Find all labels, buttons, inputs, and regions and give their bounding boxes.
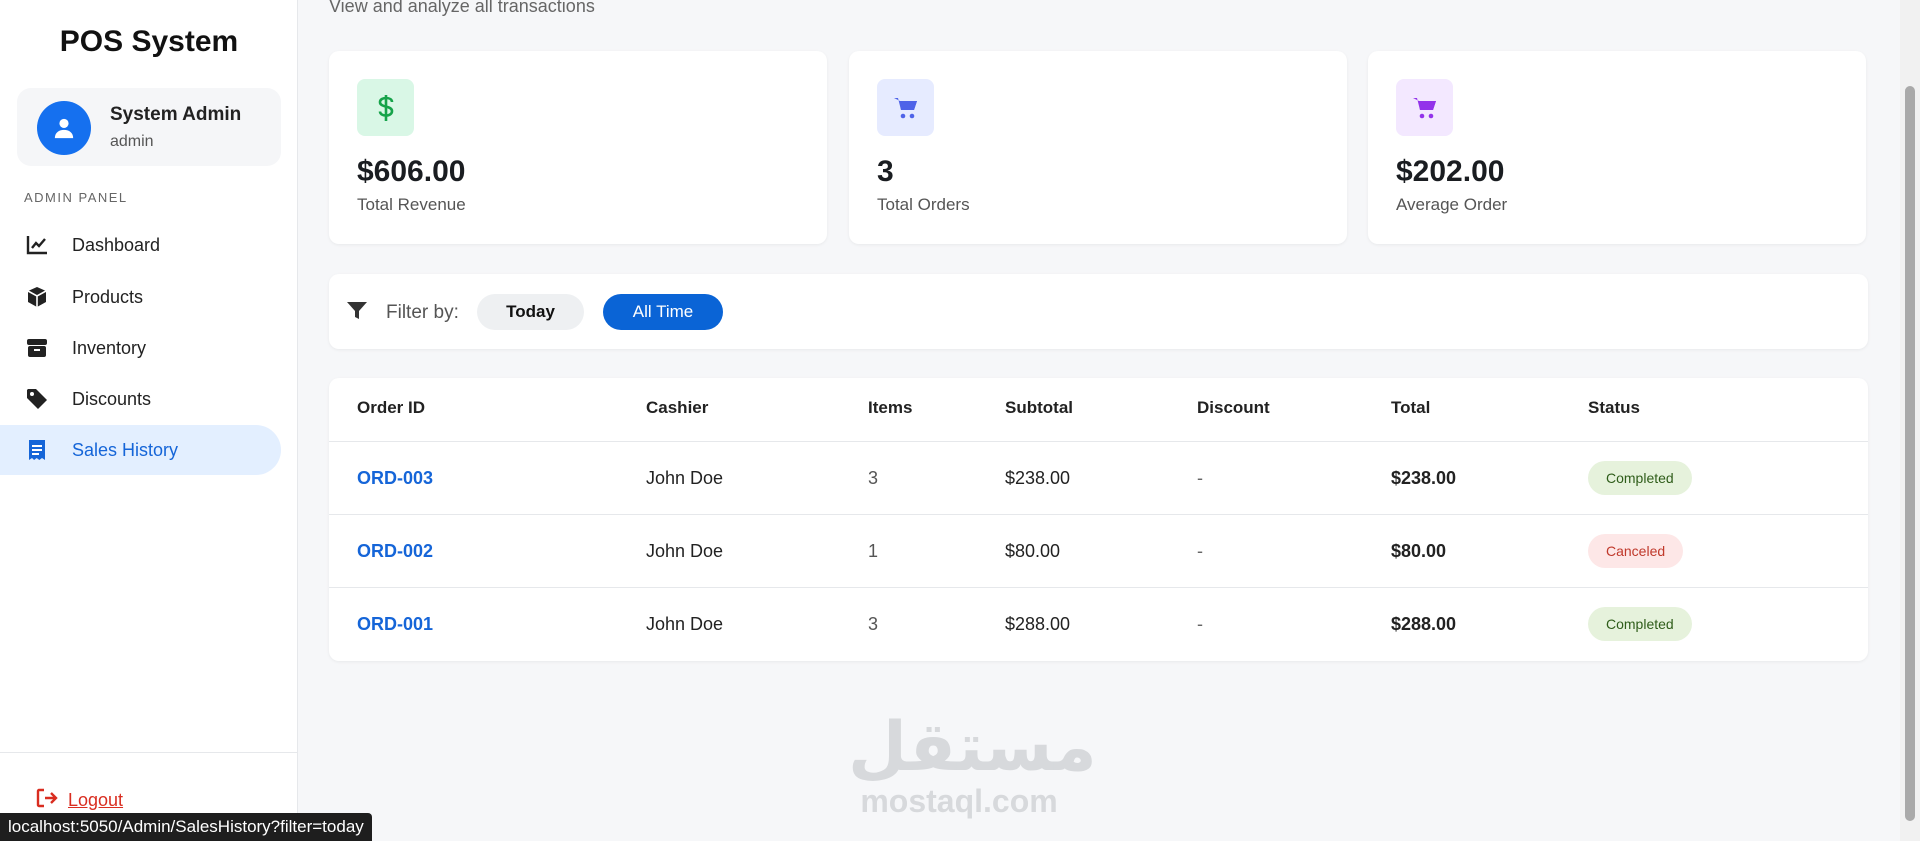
cashier-cell: John Doe (646, 614, 724, 634)
cashier-cell: John Doe (646, 541, 724, 561)
cart-icon (877, 79, 934, 136)
status-badge: Completed (1588, 607, 1692, 641)
watermark-logo: مستقل mostaql.com (848, 708, 1097, 820)
items-cell: 1 (868, 541, 879, 561)
sidebar-item-discounts[interactable]: Discounts (0, 374, 281, 424)
stat-card-average: $202.00 Average Order (1368, 51, 1866, 244)
scrollbar-thumb[interactable] (1905, 86, 1915, 821)
brand-title: POS System (59, 25, 239, 58)
cart-icon (1396, 79, 1453, 136)
sidebar-item-sales-history[interactable]: Sales History (0, 425, 281, 475)
filter-bar: Filter by: Today All Time (329, 274, 1868, 349)
sales-table: Order ID Cashier Items Subtotal Discount… (329, 378, 1868, 661)
items-cell: 3 (868, 468, 879, 488)
chart-line-icon (24, 232, 50, 258)
items-cell: 3 (868, 614, 879, 634)
column-header: Order ID (357, 398, 426, 417)
discount-cell: - (1197, 614, 1203, 634)
status-badge: Canceled (1588, 534, 1684, 568)
section-label: ADMIN PANEL (24, 190, 128, 205)
subtotal-cell: $80.00 (1005, 541, 1061, 561)
subtotal-cell: $238.00 (1005, 468, 1071, 488)
box-icon (24, 284, 50, 310)
tag-icon (24, 386, 50, 412)
sidebar-item-inventory[interactable]: Inventory (0, 323, 281, 373)
sidebar-item-label: Inventory (72, 337, 147, 358)
stat-label: Total Orders (877, 195, 970, 214)
sidebar-item-label: Sales History (72, 439, 179, 460)
total-cell: $288.00 (1391, 614, 1457, 634)
sidebar-item-dashboard[interactable]: Dashboard (0, 220, 281, 270)
status-url: localhost:5050/Admin/SalesHistory?filter… (0, 813, 372, 841)
stat-label: Average Order (1396, 195, 1508, 214)
logout-label: Logout (68, 790, 124, 810)
table-row: ORD-001 John Doe 3 $288.00 - $288.00 Com… (329, 587, 1868, 661)
column-header: Discount (1197, 398, 1270, 417)
filter-all-time-button[interactable]: All Time (603, 294, 723, 330)
subtotal-cell: $288.00 (1005, 614, 1071, 634)
user-role: admin (110, 133, 154, 150)
logout-button[interactable]: Logout (36, 788, 123, 813)
sidebar-divider (0, 752, 298, 753)
total-cell: $238.00 (1391, 468, 1457, 488)
column-header: Status (1588, 398, 1640, 417)
watermark-arabic: مستقل (848, 708, 1097, 787)
order-id-link[interactable]: ORD-002 (357, 541, 433, 562)
stat-value: $606.00 (357, 155, 466, 188)
stat-label: Total Revenue (357, 195, 466, 214)
page-subtitle: View and analyze all transactions (329, 0, 595, 16)
column-header: Total (1391, 398, 1431, 417)
table-row: ORD-002 John Doe 1 $80.00 - $80.00 Cance… (329, 514, 1868, 588)
cashier-cell: John Doe (646, 468, 724, 488)
sidebar-item-label: Discounts (72, 388, 152, 409)
stat-card-revenue: $606.00 Total Revenue (329, 51, 827, 244)
column-header: Cashier (646, 398, 709, 417)
user-name: System Admin (110, 104, 242, 125)
filter-icon (346, 301, 368, 326)
logout-icon (36, 788, 58, 813)
filter-label: Filter by: (386, 302, 459, 323)
discount-cell: - (1197, 541, 1203, 561)
stat-value: $202.00 (1396, 155, 1505, 188)
stat-card-orders: 3 Total Orders (849, 51, 1347, 244)
status-badge: Completed (1588, 461, 1692, 495)
stat-value: 3 (877, 155, 894, 188)
order-id-link[interactable]: ORD-003 (357, 468, 433, 489)
total-cell: $80.00 (1391, 541, 1447, 561)
receipt-icon (24, 437, 50, 463)
scrollbar[interactable] (1900, 0, 1920, 841)
table-row: ORD-003 John Doe 3 $238.00 - $238.00 Com… (329, 441, 1868, 515)
column-header: Items (868, 398, 913, 417)
order-id-link[interactable]: ORD-001 (357, 614, 433, 635)
filter-today-button[interactable]: Today (477, 294, 584, 330)
sidebar: POS System System Admin admin ADMIN PANE… (0, 0, 298, 841)
sidebar-item-label: Products (72, 286, 144, 307)
watermark-latin: mostaql.com (860, 783, 1058, 819)
sidebar-item-products[interactable]: Products (0, 272, 281, 322)
user-avatar-icon (37, 101, 91, 155)
dollar-icon (357, 79, 414, 136)
discount-cell: - (1197, 468, 1203, 488)
user-card: System Admin admin (17, 88, 281, 166)
sidebar-item-label: Dashboard (72, 234, 161, 255)
column-header: Subtotal (1005, 398, 1073, 417)
archive-icon (24, 335, 50, 361)
